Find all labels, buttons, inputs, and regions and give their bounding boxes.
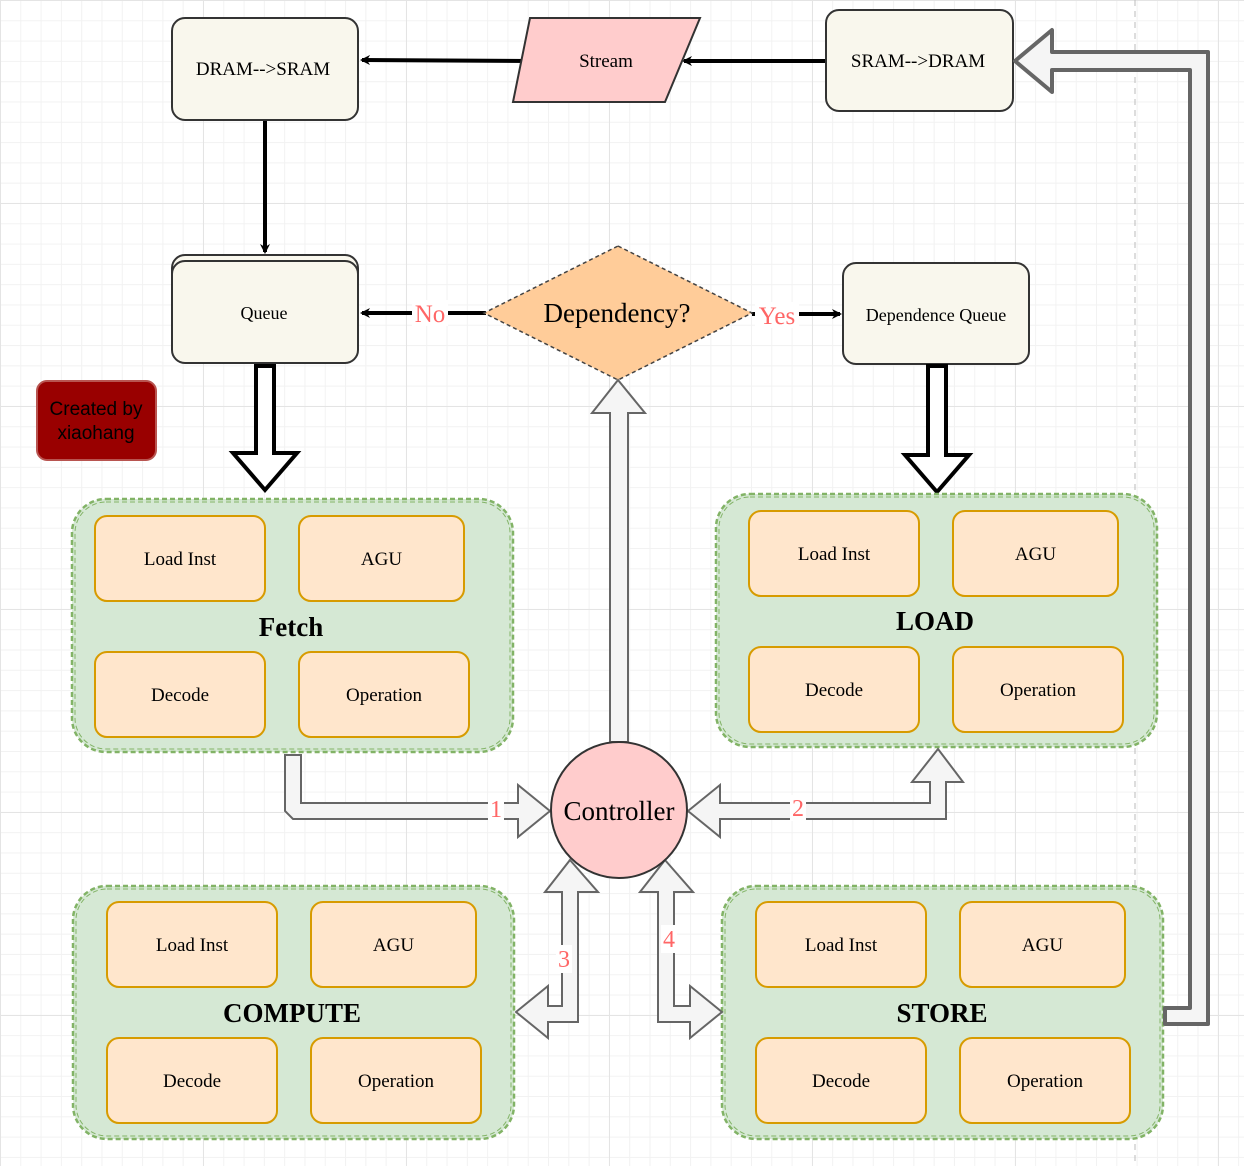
credit-line2: xiaohang <box>57 423 134 444</box>
load-load-inst-label: Load Inst <box>798 544 871 565</box>
dependence-queue-to-load-arrow <box>900 364 974 496</box>
store-decode-label: Decode <box>812 1071 870 1092</box>
stream-label: Stream <box>579 51 633 72</box>
store-operation-label: Operation <box>1007 1071 1083 1092</box>
store-agu-label: AGU <box>1022 935 1063 956</box>
edge-label-3: 3 <box>558 947 570 973</box>
fetch-operation-label: Operation <box>346 685 422 706</box>
controller-store-arrow <box>637 858 724 1041</box>
yes-label: Yes <box>759 303 795 330</box>
group-compute-title: COMPUTE <box>223 998 361 1028</box>
group-fetch: Load Inst AGU Decode Operation Fetch <box>70 497 515 754</box>
compute-decode-label: Decode <box>163 1071 221 1092</box>
load-decode-label: Decode <box>805 680 863 701</box>
compute-load-inst-label: Load Inst <box>156 935 229 956</box>
load-operation-label: Operation <box>1000 680 1076 701</box>
dependence-queue-label: Dependence Queue <box>866 305 1006 325</box>
controller-load-arrow <box>686 747 966 840</box>
store-load-inst-label: Load Inst <box>805 935 878 956</box>
load-agu-label: AGU <box>1015 544 1056 565</box>
edge-label-4: 4 <box>663 927 675 953</box>
diagram-canvas: DRAM-->SRAM Stream SRAM-->DRAM Queue Dep… <box>36 0 1210 1166</box>
group-load: Load Inst AGU Decode Operation LOAD <box>714 492 1159 749</box>
credit-badge <box>36 380 157 461</box>
fetch-decode-label: Decode <box>151 685 209 706</box>
controller-to-dependency-arrow <box>589 378 648 743</box>
credit-line1: Created by <box>50 399 143 420</box>
edge-label-2: 2 <box>792 796 804 822</box>
sram-to-dram-label: SRAM-->DRAM <box>851 51 985 72</box>
controller-label: Controller <box>564 796 675 826</box>
fetch-agu-label: AGU <box>361 549 402 570</box>
group-fetch-title: Fetch <box>259 612 323 642</box>
dram-to-sram-label: DRAM-->SRAM <box>196 59 330 80</box>
edge-label-1: 1 <box>490 797 502 823</box>
dependency-label: Dependency? <box>544 298 691 328</box>
group-store-title: STORE <box>896 998 987 1028</box>
fetch-load-inst-label: Load Inst <box>144 549 217 570</box>
no-label: No <box>415 301 446 328</box>
group-compute: Load Inst AGU Decode Operation COMPUTE <box>71 884 516 1141</box>
queue-to-fetch-arrow <box>228 364 302 494</box>
compute-operation-label: Operation <box>358 1071 434 1092</box>
fetch-to-controller-arrow <box>284 754 552 840</box>
group-store: Load Inst AGU Decode Operation STORE <box>720 884 1165 1141</box>
edge-stream-to-dram <box>360 55 531 66</box>
queue-label: Queue <box>241 303 288 323</box>
group-load-title: LOAD <box>896 606 974 636</box>
compute-agu-label: AGU <box>373 935 414 956</box>
